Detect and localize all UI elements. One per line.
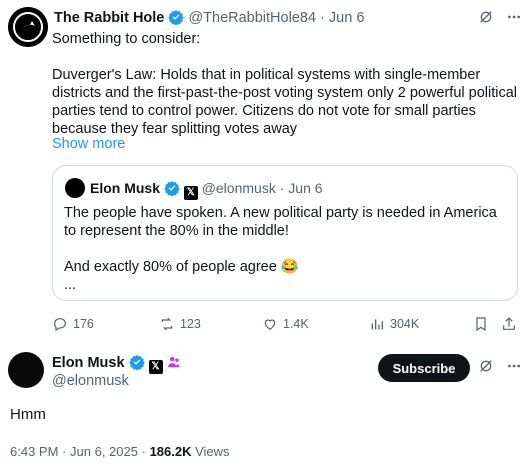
views-label: Views (195, 444, 230, 459)
reply-author-name[interactable]: Elon Musk (52, 355, 125, 371)
tweet-header-actions (478, 9, 522, 25)
quoted-tweet-card[interactable]: Elon Musk 𝕏 @elonmusk · Jun 6 The people… (52, 165, 518, 301)
subscribe-button[interactable]: Subscribe (378, 354, 470, 382)
quoted-tweet-body: The people have spoken. A new political … (64, 205, 497, 293)
people-badge-icon (167, 356, 180, 368)
separator-dot: · (279, 180, 285, 196)
views-icon (371, 319, 383, 330)
repost-button[interactable]: 123 (159, 316, 201, 332)
author-handle[interactable]: @TheRabbitHole84 (188, 10, 316, 26)
grok-icon[interactable] (478, 358, 494, 374)
elon-avatar[interactable] (8, 352, 44, 388)
separator-dot: · (320, 10, 325, 26)
tweet-action-bar: 176 123 1.4K 304K (52, 316, 518, 336)
reply-author-handle[interactable]: @elonmusk (52, 373, 129, 389)
show-more-link[interactable]: Show more (52, 136, 125, 152)
view-count: 304K (390, 317, 420, 331)
quoted-tweet-date: Jun 6 (288, 180, 323, 196)
more-icon[interactable] (506, 358, 522, 374)
verified-badge-icon (164, 181, 180, 196)
reply-author-line: Elon Musk 𝕏 (52, 354, 181, 374)
x-affiliate-badge-icon: 𝕏 (148, 359, 163, 374)
views-count: 186.2K (149, 444, 192, 459)
quoted-tweet-header: Elon Musk 𝕏 @elonmusk · Jun 6 (90, 180, 323, 200)
repost-icon (161, 317, 173, 331)
x-affiliate-badge-icon: 𝕏 (183, 185, 198, 200)
more-icon[interactable] (506, 9, 522, 25)
repost-count: 123 (180, 317, 201, 331)
tweet-header: The Rabbit Hole @TheRabbitHole84 · Jun 6 (54, 9, 364, 26)
reply-count: 176 (73, 317, 94, 331)
grok-icon[interactable] (478, 9, 494, 25)
quoted-author-name: Elon Musk (90, 180, 161, 196)
separator-dot: · (141, 444, 146, 459)
verified-badge-icon (128, 355, 145, 370)
bookmark-button[interactable] (473, 316, 489, 332)
bookmark-icon (476, 317, 486, 332)
reply-tweet-body: Hmm (10, 406, 46, 423)
heart-icon (264, 319, 276, 331)
quoted-author-avatar (65, 178, 85, 198)
share-button[interactable] (501, 316, 517, 332)
share-icon (503, 317, 515, 330)
separator-dot: · (62, 444, 67, 459)
rabbit-logo-icon (8, 7, 48, 47)
verified-badge-icon (168, 10, 185, 25)
reply-button[interactable]: 176 (52, 316, 94, 332)
like-button[interactable]: 1.4K (262, 316, 309, 332)
views-button[interactable]: 304K (369, 316, 419, 332)
reply-header-actions (478, 358, 522, 374)
reply-icon (54, 318, 66, 332)
quoted-author-handle: @elonmusk (201, 180, 276, 196)
reply-tweet-meta: 6:43 PM · Jun 6, 2025 · 186.2K Views (10, 444, 230, 459)
tweet-time[interactable]: 6:43 PM (10, 444, 58, 459)
rabbit-hole-avatar[interactable] (8, 7, 48, 47)
tweet-date[interactable]: Jun 6 (329, 10, 364, 26)
tweet-full-date[interactable]: Jun 6, 2025 (70, 444, 138, 459)
author-name[interactable]: The Rabbit Hole (54, 10, 164, 26)
tweet-body: Something to consider: Duverger's Law: H… (52, 31, 518, 137)
like-count: 1.4K (283, 317, 309, 331)
